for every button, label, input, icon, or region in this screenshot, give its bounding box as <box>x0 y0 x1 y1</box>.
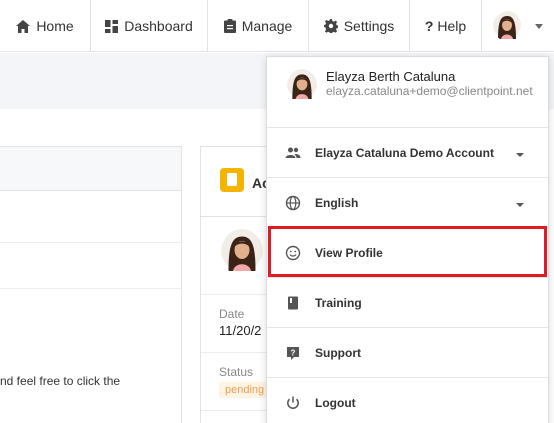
home-icon <box>16 19 31 33</box>
svg-text:?: ? <box>291 348 296 357</box>
help-mark: ? <box>424 18 434 34</box>
menu-item-label: View Profile <box>315 245 383 260</box>
menu-item-language[interactable]: English <box>267 178 548 228</box>
nav-home-label: Home <box>36 18 74 34</box>
menu-item-logout[interactable]: Logout <box>267 378 548 423</box>
date-value: 11/20/2 <box>219 323 262 338</box>
menu-item-label: Training <box>315 295 362 310</box>
clipboard-icon <box>223 19 236 33</box>
document-icon <box>220 168 244 192</box>
user-name: Elayza Berth Cataluna <box>326 69 456 84</box>
menu-item-label: Elayza Cataluna Demo Account <box>315 145 494 160</box>
avatar <box>287 69 317 104</box>
menu-item-view-profile[interactable]: View Profile <box>267 228 548 278</box>
card-left-header <box>0 147 181 191</box>
status-badge: pending <box>219 382 271 398</box>
nav-help[interactable]: ? Help <box>409 0 481 52</box>
avatar <box>221 229 263 276</box>
help-icon: ? <box>287 346 299 360</box>
menu-item-label: Logout <box>315 396 356 410</box>
menu-item-training[interactable]: Training <box>267 278 548 328</box>
user-email: elayza.cataluna+demo@clientpoint.net <box>326 84 533 98</box>
nav-dashboard-label: Dashboard <box>124 18 193 34</box>
menu-item-label: Support <box>315 345 361 360</box>
chevron-down-icon <box>516 202 524 207</box>
table-row <box>0 243 181 289</box>
nav-settings[interactable]: Settings <box>308 0 409 52</box>
user-info: Elayza Berth Cataluna elayza.cataluna+de… <box>267 57 548 128</box>
nav-settings-label: Settings <box>343 18 395 34</box>
nav-home[interactable]: Home <box>0 0 90 52</box>
smiley-icon <box>285 245 301 260</box>
chevron-down-icon <box>516 152 524 157</box>
body-text: nd feel free to click the <box>0 374 121 388</box>
book-icon <box>288 296 298 309</box>
nav-help-label: Help <box>437 18 467 34</box>
nav-manage[interactable]: Manage <box>207 0 308 52</box>
menu-item-account[interactable]: Elayza Cataluna Demo Account <box>267 128 548 178</box>
nav-manage-label: Manage <box>241 18 293 34</box>
user-menu-toggle[interactable] <box>481 0 554 52</box>
avatar <box>493 10 527 42</box>
table-row <box>0 191 181 243</box>
chevron-down-icon <box>535 23 543 29</box>
user-dropdown-menu: Elayza Berth Cataluna elayza.cataluna+de… <box>266 56 549 423</box>
dashboard-icon <box>105 19 119 33</box>
date-label: Date <box>219 307 245 321</box>
nav-dashboard[interactable]: Dashboard <box>90 0 207 52</box>
power-icon <box>287 396 299 409</box>
globe-icon <box>285 195 301 210</box>
gear-icon <box>323 19 338 33</box>
status-label: Status <box>219 365 254 379</box>
menu-item-label: English <box>315 195 359 210</box>
people-icon <box>285 147 301 158</box>
menu-item-support[interactable]: ? Support <box>267 328 548 378</box>
top-navigation: Home Dashboard Manage Settings ? Help <box>0 0 554 52</box>
